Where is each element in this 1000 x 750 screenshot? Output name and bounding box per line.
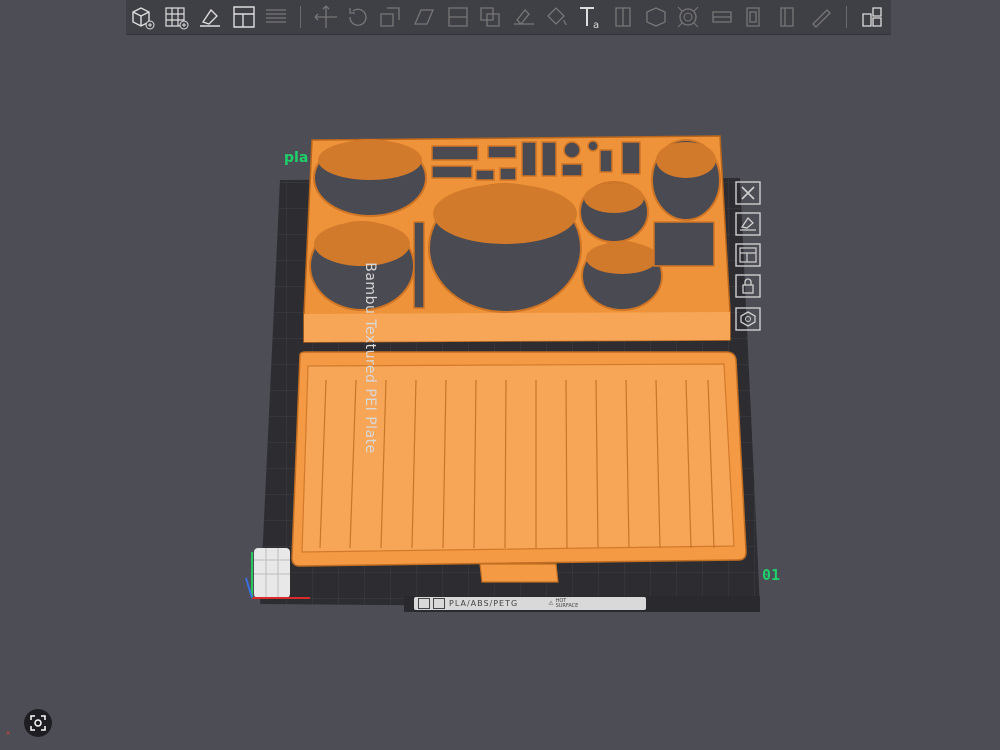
screen-capture-button[interactable] [24,709,52,737]
model-tray[interactable] [291,351,747,583]
qr-icon [433,598,445,609]
close-icon[interactable]: x [6,729,10,737]
hot-surface-text: HOT SURFACE [555,597,579,609]
orient-icon [735,212,761,236]
plate-short-label: pla [284,150,309,166]
auto-orient-plate-button[interactable] [731,211,765,237]
lock-icon [735,274,761,298]
gear-icon [735,307,761,331]
material-text: PLA/ABS/PETG [449,599,519,608]
warning-icon: ⚠ [548,600,554,607]
plate-name-text: Bambu Textured PEI Plate [362,262,378,454]
qr-icon [418,598,430,609]
plate-corner-marker [254,548,290,598]
scene-canvas[interactable] [0,0,1000,750]
lock-plate-button[interactable] [731,273,765,299]
plate-material-strip: PLA/ABS/PETG ⚠ HOT SURFACE [414,597,646,610]
close-plate-button[interactable] [731,180,765,206]
arrange-icon [735,243,761,267]
plate-settings-button[interactable] [731,306,765,332]
arrange-plate-button[interactable] [731,242,765,268]
lens-icon [30,715,46,731]
plate-number: 01 [762,566,781,584]
close-icon [735,181,761,205]
3d-viewport[interactable]: a pla Bambu Textured PEI Plate 01 PLA/AB… [0,0,1000,750]
tray-tab [479,563,559,583]
